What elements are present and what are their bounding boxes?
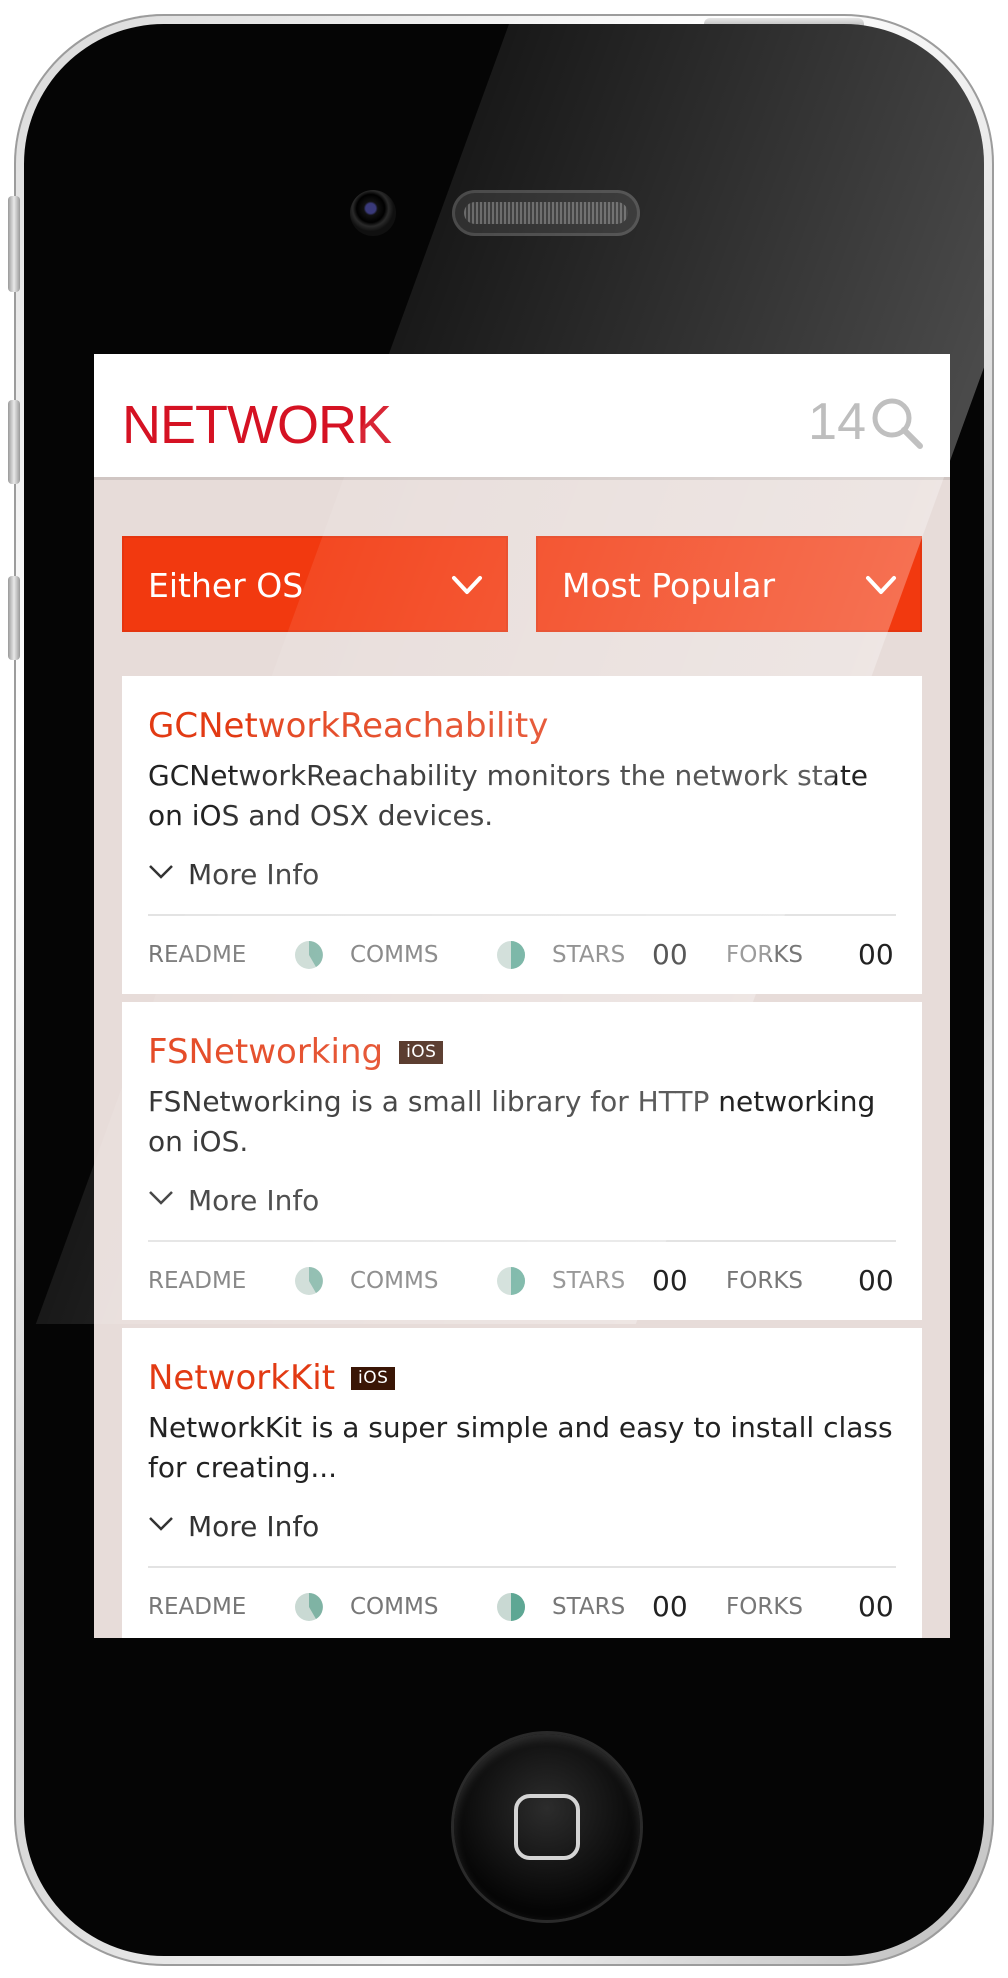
library-description: GCNetworkReachability monitors the netwo… [148,759,869,832]
sort-label: Most Popular [562,566,776,605]
readme-pie-icon [295,1267,323,1295]
more-info-label: More Info [188,1510,320,1543]
more-info-toggle[interactable]: More Info [148,1184,319,1217]
list-item[interactable]: GCNetworkReachability GCNetworkReachabil… [122,676,922,994]
volume-down-button [8,576,20,660]
page-title: NETWORK [122,395,392,455]
app-screen: NETWORK 14 Either OS Most Popular GCNetw… [94,354,950,1638]
library-description: NetworkKit is a super simple and easy to… [148,1411,893,1484]
divider [148,1566,896,1568]
stars-label: STARS [552,942,626,968]
more-info-toggle[interactable]: More Info [148,1510,319,1543]
comms-pie-icon [497,1267,525,1295]
readme-pie-icon [295,1593,323,1621]
home-square-icon [514,1794,580,1860]
stars-label: STARS [552,1594,626,1620]
os-filter-dropdown[interactable]: Either OS [122,536,508,632]
list-item[interactable]: FSNetworking iOS FSNetworking is a small … [122,1002,922,1320]
result-count: 14 [808,393,866,451]
comms-label: COMMS [350,1594,439,1620]
library-title[interactable]: NetworkKit iOS [148,1358,396,1398]
chevron-down-icon [452,576,482,594]
comms-label: COMMS [350,1268,439,1294]
ios-badge: iOS [351,1367,396,1390]
divider [148,1240,896,1242]
stats-row: README COMMS STARS 00 FORKS 00 [148,934,900,974]
sort-dropdown[interactable]: Most Popular [536,536,922,632]
chevron-down-icon [149,865,173,879]
forks-count: 00 [858,1264,894,1297]
more-info-label: More Info [188,1184,320,1217]
comms-pie-icon [497,1593,525,1621]
forks-label: FORKS [726,1268,803,1294]
library-description: FSNetworking is a small library for HTTP… [148,1085,876,1158]
library-title[interactable]: GCNetworkReachability [148,706,548,746]
forks-count: 00 [858,938,894,971]
ios-badge: iOS [399,1041,444,1064]
front-camera [350,190,396,236]
comms-pie-icon [497,941,525,969]
library-name: FSNetworking [148,1032,384,1072]
chevron-down-icon [866,576,896,594]
chevron-down-icon [149,1517,173,1531]
forks-label: FORKS [726,1594,803,1620]
stats-row: README COMMS STARS 00 FORKS 00 [148,1586,900,1626]
os-filter-label: Either OS [148,566,304,605]
stars-count: 00 [652,938,688,971]
readme-label: README [148,1268,247,1294]
readme-pie-icon [295,941,323,969]
stars-count: 00 [652,1590,688,1623]
top-bar: NETWORK 14 [94,354,950,480]
stats-row: README COMMS STARS 00 FORKS 00 [148,1260,900,1300]
home-button[interactable] [454,1734,640,1920]
library-title[interactable]: FSNetworking iOS [148,1032,444,1072]
forks-count: 00 [858,1590,894,1623]
divider [148,914,896,916]
stars-count: 00 [652,1264,688,1297]
stars-label: STARS [552,1268,626,1294]
volume-up-button [8,400,20,484]
readme-label: README [148,1594,247,1620]
earpiece-speaker [452,190,640,236]
readme-label: README [148,942,247,968]
list-item[interactable]: NetworkKit iOS NetworkKit is a super simp… [122,1328,922,1638]
mute-switch [8,196,20,292]
forks-label: FORKS [726,942,803,968]
search-icon[interactable] [870,396,924,450]
chevron-down-icon [149,1191,173,1205]
comms-label: COMMS [350,942,439,968]
library-name: GCNetworkReachability [148,706,549,746]
library-name: NetworkKit [148,1358,336,1398]
more-info-toggle[interactable]: More Info [148,858,319,891]
more-info-label: More Info [188,858,320,891]
